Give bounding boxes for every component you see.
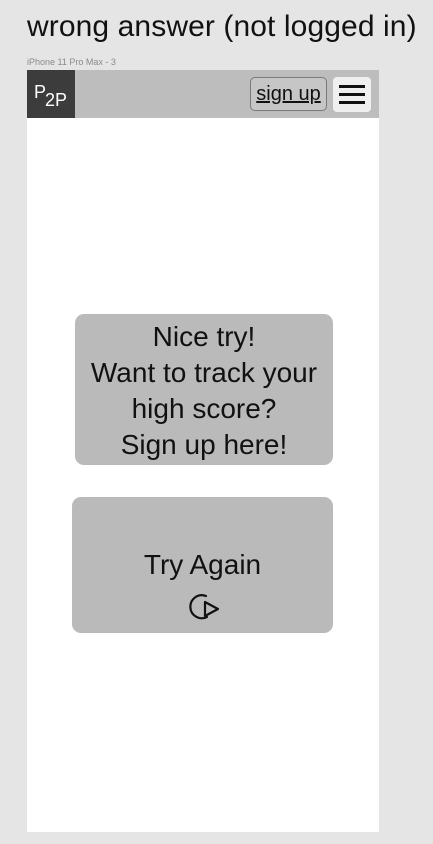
logo-subscript: 2P xyxy=(45,90,68,110)
try-again-label: Try Again xyxy=(143,549,262,580)
navbar: P 2P sign up xyxy=(27,70,379,118)
prompt-line: Want to track your xyxy=(90,357,318,388)
prompt-line: Sign up here! xyxy=(120,429,288,460)
phone-frame: P 2P sign up Nice try! Want to track you… xyxy=(27,70,379,832)
hamburger-menu-icon[interactable] xyxy=(333,77,371,112)
frame-label: iPhone 11 Pro Max - 3 xyxy=(27,57,116,67)
menu-bar xyxy=(339,93,365,96)
sign-up-prompt-card[interactable]: Nice try! Want to track your high score?… xyxy=(75,314,333,465)
sign-up-button[interactable]: sign up xyxy=(250,77,327,111)
page-title: wrong answer (not logged in) xyxy=(27,10,417,43)
logo[interactable]: P 2P xyxy=(27,70,75,118)
prompt-line: high score? xyxy=(131,393,277,424)
prompt-line: Nice try! xyxy=(152,321,256,352)
try-again-button[interactable]: Try Again xyxy=(72,497,333,633)
menu-bar xyxy=(339,85,365,88)
retry-play-icon xyxy=(189,594,220,620)
menu-bar xyxy=(339,101,365,104)
